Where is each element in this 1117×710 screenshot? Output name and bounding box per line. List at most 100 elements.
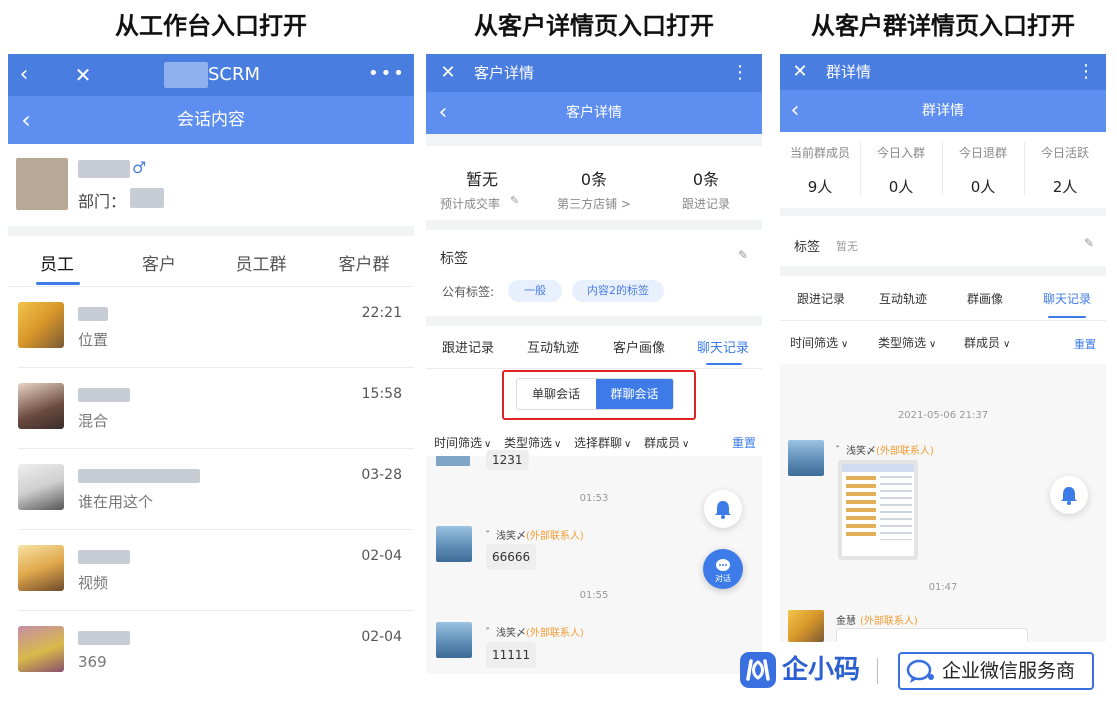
filter-time[interactable]: 时间筛选 ∨	[790, 334, 848, 351]
separator	[780, 208, 1106, 216]
tab-customer[interactable]: 客户	[120, 250, 198, 275]
page-header: ‹ 会话内容	[8, 96, 414, 144]
tab-customer-group[interactable]: 客户群	[324, 250, 404, 275]
user-avatar	[16, 158, 68, 210]
stat-label[interactable]: 预计成交率	[440, 195, 500, 212]
brand-logo	[740, 652, 776, 688]
filter-member[interactable]: 群成员 ∨	[644, 434, 689, 451]
notify-button[interactable]	[1050, 476, 1088, 514]
avatar	[18, 626, 64, 672]
edit-icon[interactable]: ✎	[510, 194, 519, 207]
message-time: 03-28	[361, 467, 402, 483]
filter-time[interactable]: 时间筛选 ∨	[434, 434, 491, 451]
message-preview: 视频	[78, 574, 109, 592]
page-title: 会话内容	[177, 110, 245, 130]
screenshot-content	[880, 476, 912, 540]
tags-value: 暂无	[836, 240, 858, 253]
tab-chat-history[interactable]: 聊天记录	[1032, 290, 1102, 307]
filter-group-chat[interactable]: 选择群聊 ∨	[574, 434, 631, 451]
message-time: 2021-05-06 21:37	[897, 410, 989, 421]
stat-value: 暂无	[465, 170, 498, 189]
message-preview: 位置	[78, 331, 109, 349]
tab-customer-profile[interactable]: 客户画像	[604, 337, 674, 356]
external-contact-tag: (外部联系人)	[526, 531, 584, 542]
divider	[877, 658, 878, 684]
tags-title: 标签	[794, 240, 821, 255]
external-contact-tag: (外部联系人)	[860, 616, 918, 627]
filter-type[interactable]: 类型筛选 ∨	[504, 434, 561, 451]
conversation-row-5[interactable]: 369 02-04	[8, 611, 414, 691]
edit-icon[interactable]: ✎	[1084, 236, 1094, 250]
more-vertical-icon[interactable]: ⋮	[728, 59, 752, 87]
chevron-down-icon: ∨	[682, 439, 690, 450]
brand-name: 企小码	[782, 655, 861, 685]
filter-type-label: 类型筛选	[504, 436, 553, 450]
filter-member-label: 群成员	[644, 436, 681, 450]
filter-type[interactable]: 类型筛选 ∨	[878, 334, 936, 351]
sender-name: 金慧	[836, 616, 856, 627]
avatar	[18, 464, 64, 510]
message-time: 15:58	[361, 386, 402, 402]
reset-button[interactable]: 重置	[732, 434, 756, 451]
blurred-contact-name	[78, 631, 130, 645]
avatar	[18, 383, 64, 429]
tab-interaction[interactable]: 互动轨迹	[518, 337, 588, 356]
group-chat-button[interactable]: 群聊会话	[596, 379, 673, 409]
conversation-row-4[interactable]: 视频 02-04	[8, 530, 414, 610]
reset-button[interactable]: 重置	[1074, 336, 1096, 352]
tab-employee[interactable]: 员工	[18, 250, 96, 275]
message-bubble	[836, 628, 1028, 642]
more-vertical-icon[interactable]: ⋮	[1074, 58, 1098, 86]
close-icon[interactable]: ✕	[436, 59, 460, 87]
stat-label: 今日活跃	[1040, 146, 1089, 160]
page-header: ‹ 客户详情	[426, 92, 762, 134]
filter-type-label: 类型筛选	[878, 336, 927, 350]
tag-chip: 内容2的标签	[572, 280, 664, 302]
close-icon[interactable]: ✕	[70, 60, 96, 90]
avatar	[788, 610, 824, 642]
tab-follow-up[interactable]: 跟进记录	[786, 290, 856, 307]
filter-member[interactable]: 群成员 ∨	[964, 334, 1010, 351]
shared-screenshot-card[interactable]	[838, 460, 918, 560]
divider	[780, 320, 1106, 321]
panel-workbench: ‹ ✕ SCRM ••• ‹ 会话内容 ♂ 部门： 员工 客户 员工群 客户群 …	[8, 54, 414, 702]
filter-member-label: 群成员	[964, 336, 1001, 350]
tab-employee-group[interactable]: 员工群	[222, 250, 300, 275]
app-header: ‹ ✕ SCRM •••	[8, 54, 414, 96]
stat-label[interactable]: 第三方店铺 >	[538, 195, 650, 212]
blurred-contact-name	[78, 307, 108, 321]
back-icon[interactable]: ‹	[12, 60, 36, 90]
blurred-department	[130, 188, 164, 208]
chat-fab[interactable]: 对话	[703, 549, 743, 589]
logo-mark-icon	[746, 659, 770, 681]
tab-interaction[interactable]: 互动轨迹	[868, 290, 938, 307]
notify-button[interactable]	[704, 490, 742, 528]
edit-icon[interactable]: ✎	[738, 248, 748, 262]
tab-chat-history[interactable]: 聊天记录	[690, 337, 756, 356]
external-contact-tag: (外部联系人)	[876, 446, 934, 457]
bell-icon	[715, 501, 731, 519]
message-time: 01:55	[579, 590, 609, 601]
chat-fab-label: 对话	[715, 574, 731, 583]
separator	[426, 134, 762, 146]
single-chat-button[interactable]: 单聊会话	[517, 379, 595, 409]
close-icon[interactable]: ✕	[788, 58, 812, 86]
public-tags-label: 公有标签:	[442, 285, 495, 299]
message-bubble: 11111	[486, 642, 537, 668]
chevron-down-icon: ∨	[1003, 339, 1011, 350]
conversation-row-2[interactable]: 混合 15:58	[8, 368, 414, 448]
conversation-row-1[interactable]: 位置 22:21	[8, 287, 414, 367]
app-header: ✕ 群详情 ⋮	[780, 54, 1106, 90]
tab-follow-up[interactable]: 跟进记录	[434, 337, 502, 356]
blurred-contact-name	[78, 550, 130, 564]
tab-group-profile[interactable]: 群画像	[950, 290, 1020, 307]
avatar	[436, 526, 472, 562]
screenshot-header	[842, 464, 914, 472]
panel-group-detail: ✕ 群详情 ⋮ ‹ 群详情 当前群成员 9人 今日入群 0人 今日退群 0人 今…	[780, 54, 1106, 642]
stat-label: 今日退群	[958, 146, 1007, 160]
separator	[780, 266, 1106, 276]
more-icon[interactable]: •••	[368, 60, 404, 90]
page-header: ‹ 群详情	[780, 90, 1106, 132]
conversation-row-3[interactable]: 谁在用这个 03-28	[8, 449, 414, 529]
message-bubble: 1231	[486, 450, 529, 470]
